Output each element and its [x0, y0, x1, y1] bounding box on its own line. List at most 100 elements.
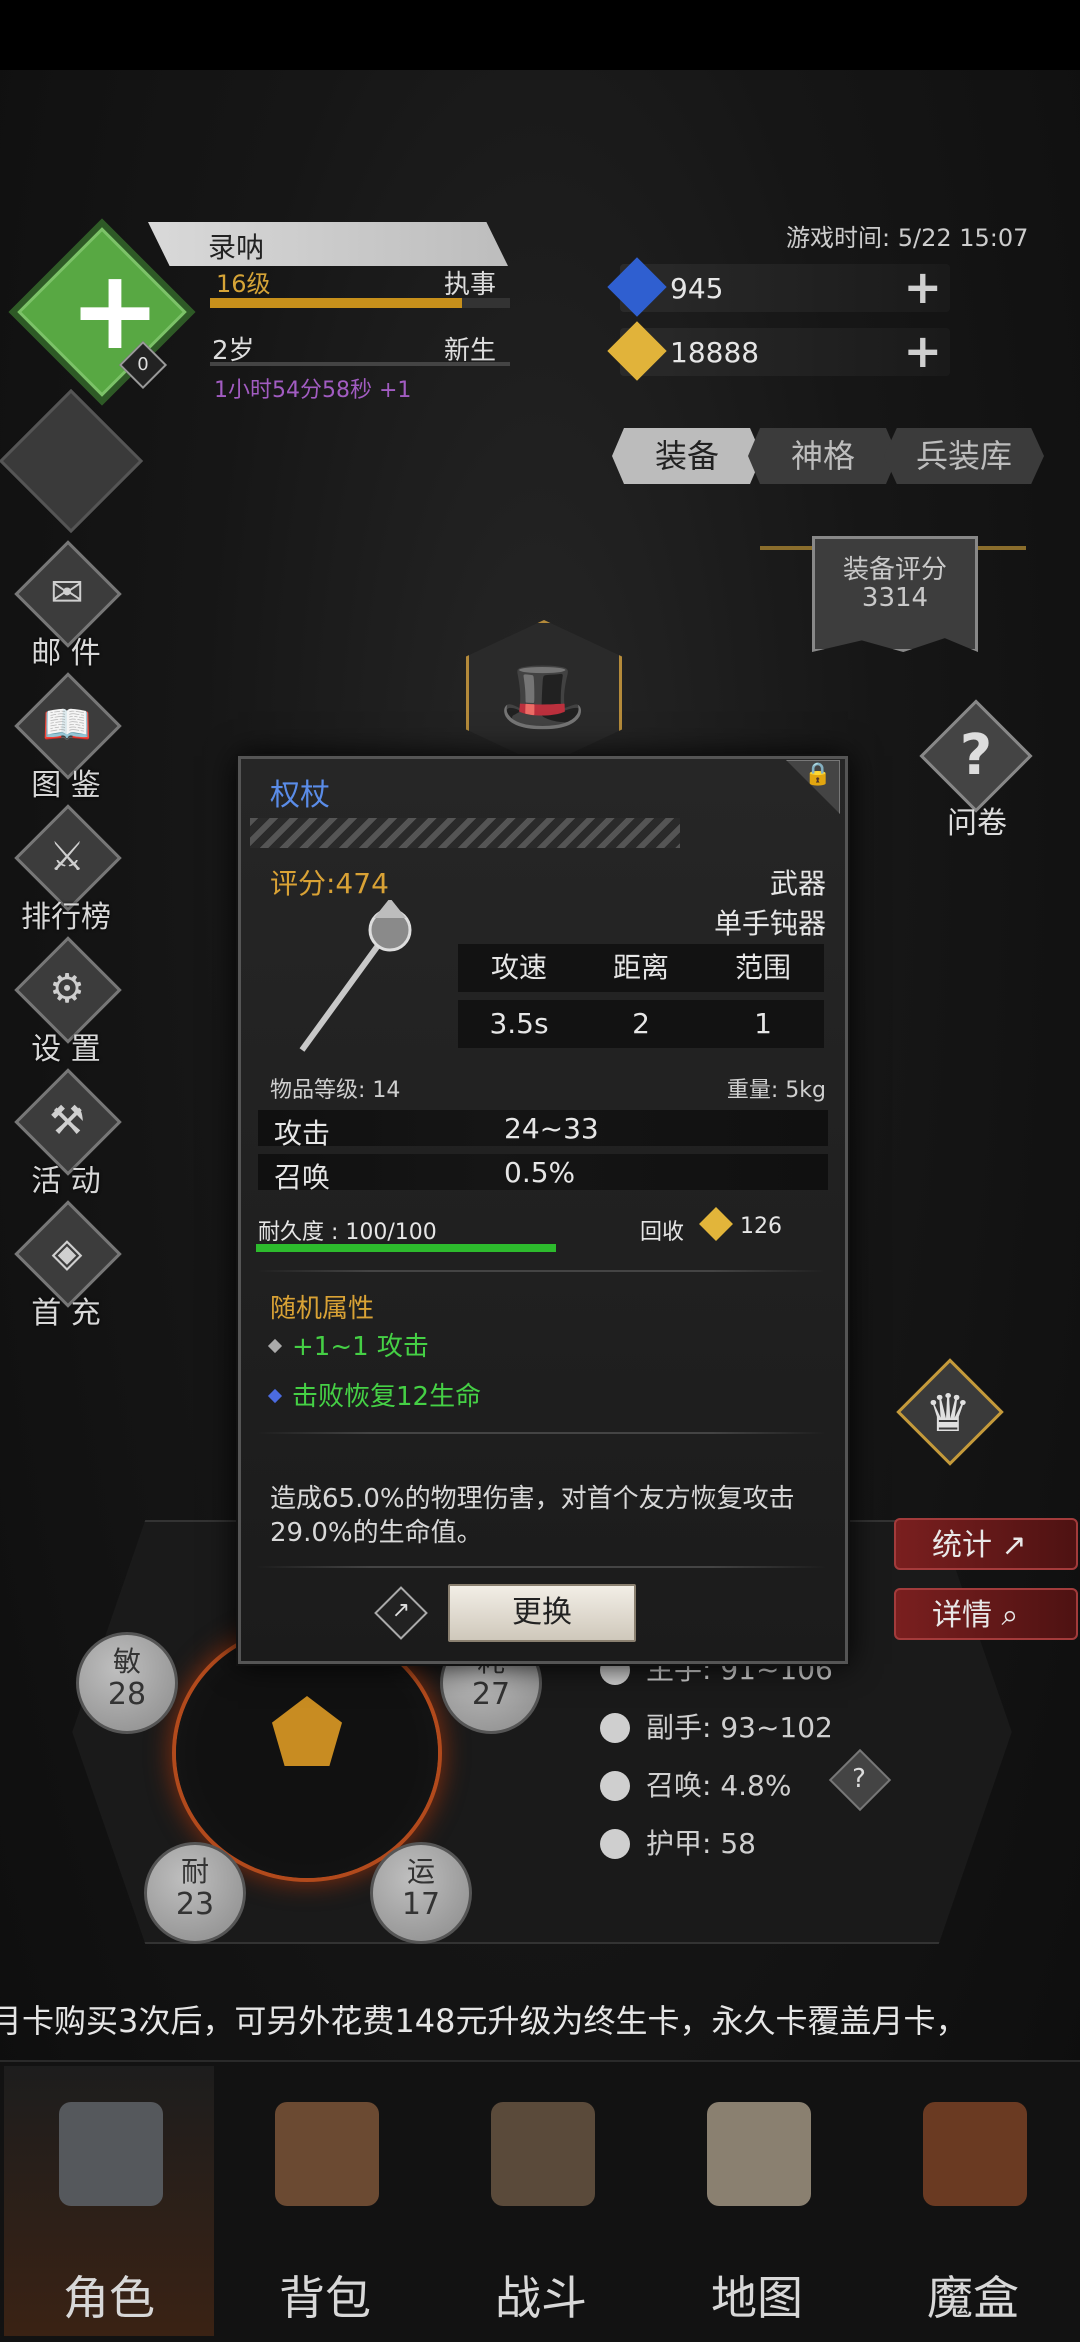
ticker-text: 月卡购买3次后，可另外花费148元升级为终生卡，永久卡覆盖月卡， [0, 2002, 968, 2040]
crest-button[interactable]: ♛ [890, 1356, 1010, 1466]
mail-icon: ✉ [50, 570, 84, 616]
status-bar [0, 0, 1080, 70]
add-gems-button[interactable]: + [903, 260, 942, 314]
stat-node-luck[interactable]: 运 17 [370, 1842, 472, 1944]
gift-icon: ◈ [51, 1230, 83, 1276]
details-button[interactable]: 详情 ⌕ [894, 1588, 1078, 1640]
divider [256, 1432, 826, 1434]
share-icon[interactable]: ↗ [384, 1592, 418, 1630]
scroll-map-icon [707, 2102, 811, 2206]
recycle-label: 回收 [640, 1220, 685, 1245]
stat-node-value: 17 [401, 1887, 441, 1922]
search-icon: ⌕ [1001, 1598, 1019, 1633]
player-title: 执事 [444, 270, 497, 300]
attr-row: 攻击 24~33 [258, 1110, 828, 1150]
sword-shield-icon [491, 2102, 595, 2206]
item-weight: 重量: 5kg [726, 1078, 826, 1103]
attribute-pentagon [272, 1696, 342, 1766]
announcement-ticker: 月卡购买3次后，可另外花费148元升级为终生卡，永久卡覆盖月卡， [0, 1996, 1080, 2044]
first-recharge-button[interactable]: ◈ 首 充 [14, 1200, 122, 1331]
nav-label: 战斗 [495, 2271, 587, 2325]
leaderboard-button[interactable]: ⚔ 排行榜 [14, 804, 122, 935]
nav-magic-box[interactable]: 魔盒 [868, 2066, 1078, 2336]
table-value-row: 3.5s 2 1 [458, 1000, 824, 1048]
header-attack-speed: 攻速 [490, 951, 547, 984]
summon-help-icon[interactable]: ? [838, 1758, 880, 1800]
gold-count: 18888 [670, 336, 760, 369]
events-label: 活 动 [31, 1164, 101, 1199]
survey-label: 问卷 [947, 806, 1007, 841]
codex-button[interactable]: 📖 图 鉴 [14, 672, 122, 803]
attr-row: 召唤 0.5% [258, 1154, 828, 1194]
stat-node-value: 28 [107, 1677, 147, 1712]
helmet-icon [59, 2102, 163, 2206]
equip-score-banner: 装备评分 3314 [812, 536, 978, 652]
dagger-icon [600, 1713, 630, 1743]
gem-resource: 945 + [607, 257, 950, 317]
nav-character[interactable]: 角色 [4, 2066, 214, 2336]
survey-button[interactable]: ? 问卷 [919, 699, 1033, 846]
item-hatch-bar [250, 818, 680, 848]
random-attr: +1~1 攻击 [267, 1326, 429, 1363]
stat-node-agility[interactable]: 敏 28 [76, 1632, 178, 1734]
nav-label: 角色 [63, 2271, 155, 2325]
stat-node-name: 耐 [180, 1855, 209, 1888]
statistics-button[interactable]: 统计 ↗ [894, 1518, 1078, 1570]
replace-button[interactable]: 更换 [448, 1584, 636, 1642]
nav-label: 背包 [279, 2271, 371, 2325]
stat-node-name: 运 [406, 1855, 435, 1888]
item-score: 评分:474 [270, 867, 389, 900]
recycle-value: 126 [740, 1214, 782, 1239]
backpack-icon [275, 2102, 379, 2206]
item-level: 物品等级: 14 [270, 1078, 401, 1103]
gray-diamond-icon [267, 1338, 283, 1354]
durability-label: 耐久度 : 100/100 [258, 1220, 437, 1245]
nav-label: 魔盒 [927, 2271, 1019, 2325]
armor-icon [600, 1829, 630, 1859]
trend-icon: ↗ [1001, 1528, 1027, 1563]
stat-text: 护甲: 58 [646, 1827, 756, 1860]
anvil-icon: ⚒ [49, 1098, 85, 1144]
nav-backpack[interactable]: 背包 [220, 2066, 430, 2336]
value-range: 2 [632, 1007, 650, 1040]
blue-diamond-icon [267, 1388, 283, 1404]
settings-button[interactable]: ⚙ 设 置 [14, 936, 122, 1067]
exp-bar [210, 298, 510, 308]
tab-armory[interactable]: 兵装库 [884, 428, 1044, 484]
nav-battle[interactable]: 战斗 [436, 2066, 646, 2336]
mail-button[interactable]: ✉ 邮 件 [14, 540, 122, 671]
durability-bar [256, 1244, 556, 1252]
nav-map[interactable]: 地图 [652, 2066, 862, 2336]
question-icon: ? [959, 723, 993, 788]
stat-node-endurance[interactable]: 耐 23 [144, 1842, 246, 1944]
add-gold-button[interactable]: + [903, 324, 942, 378]
cat-icon [600, 1771, 630, 1801]
crossed-swords-icon: ⚔ [49, 834, 85, 880]
stat-armor: 护甲: 58 [600, 1822, 756, 1862]
stat-text: 副手: 93~102 [646, 1711, 833, 1744]
divider [256, 1270, 826, 1272]
random-attr-text: 击败恢复12生命 [292, 1382, 482, 1412]
winged-helmet-icon: ♛ [924, 1384, 972, 1444]
scepter-icon [299, 900, 412, 1052]
book-icon: 📖 [42, 702, 92, 748]
first-recharge-label: 首 充 [31, 1296, 101, 1331]
events-button[interactable]: ⚒ 活 动 [14, 1068, 122, 1199]
player-level: 16级 [216, 270, 271, 298]
stat-node-value: 23 [175, 1887, 215, 1922]
stat-text: 召唤: 4.8% [646, 1769, 792, 1802]
value-attack-speed: 3.5s [489, 1007, 549, 1040]
equip-score-label: 装备评分 [842, 555, 947, 585]
divider [256, 1566, 826, 1568]
tab-divinity[interactable]: 神格 [748, 428, 898, 484]
gear-icon: ⚙ [49, 966, 85, 1012]
attr-key: 召唤 [274, 1161, 331, 1194]
settings-label: 设 置 [31, 1032, 101, 1067]
tab-equipment[interactable]: 装备 [612, 428, 762, 484]
random-attr-text: +1~1 攻击 [292, 1332, 429, 1362]
avatar-badge-count: 0 [137, 354, 149, 375]
age-timer: 1小时54分58秒 +1 [214, 378, 412, 403]
item-category: 武器 [769, 867, 826, 900]
table-header-row: 攻速 距离 范围 [458, 944, 824, 992]
gem-count: 945 [670, 272, 724, 305]
